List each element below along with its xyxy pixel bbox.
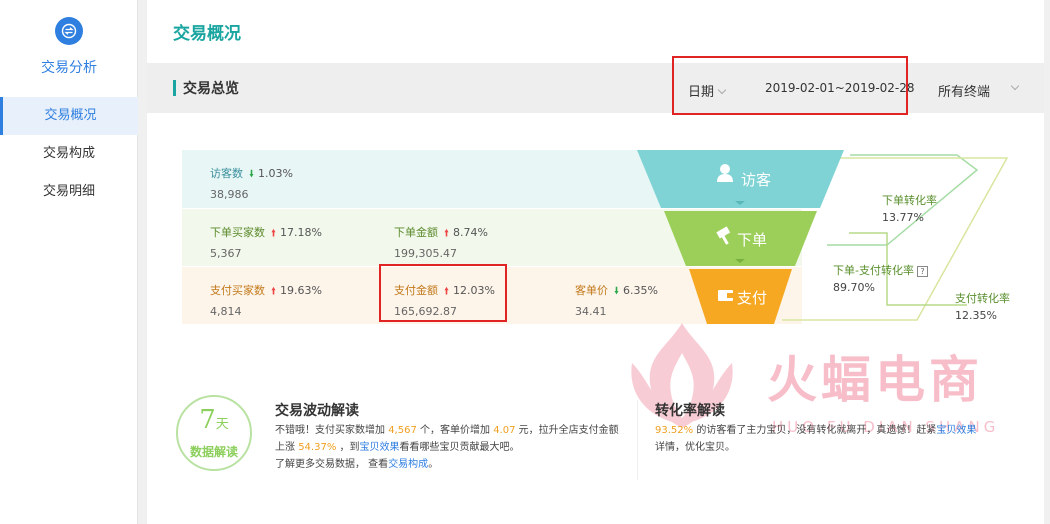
stat-pct: 8.74% [453, 226, 488, 239]
wave-text-part: 看看哪些宝贝贡献最大吧。 [399, 442, 520, 453]
stat-order-buyers: 下单买家数 🠙 17.18% 5,367 [210, 224, 322, 260]
date-label: 日期 [688, 85, 715, 100]
conversion-text-part: 的访客看了主力宝贝，没有转化就离开，真遗憾！赶紧 [693, 425, 937, 436]
sidebar-item-overview[interactable]: 交易概况 [0, 97, 138, 135]
stat-pct: 1.03% [258, 167, 293, 180]
badge-text: 数据解读 [189, 445, 238, 459]
arrow-up-icon: 🠙 [444, 228, 450, 239]
conversion-title: 转化率解读 [655, 403, 725, 419]
divider [637, 400, 638, 480]
watermark-text: 火蝠电商 [767, 351, 983, 409]
stat-label: 下单金额 [394, 226, 438, 239]
help-icon[interactable]: ? [916, 265, 928, 277]
conversion-text-part: 详情，优化宝贝。 [655, 442, 735, 453]
wave-text-part: ，到 [336, 442, 360, 453]
section-marker [173, 80, 176, 96]
wave-text-part: 了解更多交易数据， 查看 [275, 459, 389, 470]
badge-number: 7天 [178, 405, 250, 435]
sidebar-item-composition[interactable]: 交易构成 [0, 135, 138, 173]
chevron-down-icon [717, 85, 727, 95]
arrow-up-icon: 🠙 [271, 286, 277, 297]
wallet-icon [718, 290, 733, 301]
stat-order-amount: 下单金额 🠙 8.74% 199,305.47 [394, 224, 488, 260]
highlight-number: 54.37% [298, 442, 337, 453]
arrow-up-icon: 🠙 [271, 228, 277, 239]
conversion-text: 93.52% 的访客看了主力宝贝，没有转化就离开，真遗憾！赶紧宝贝效果 详情，优… [655, 422, 1000, 456]
wave-title: 交易波动解读 [275, 403, 359, 419]
rate-value: 89.70% [833, 281, 875, 294]
funnel-pay-label: 支付 [737, 290, 767, 307]
rate-label: 支付转化率 [955, 292, 1010, 305]
stat-value: 199,305.47 [394, 247, 457, 260]
wave-text: 不错哦！支付买家数增加 4,567 个，客单价增加 4.07 元，拉升全店支付金… [275, 422, 620, 473]
arrow-down-icon: 🠛 [614, 286, 620, 297]
pay-conversion-rate: 支付转化率 12.35% [955, 290, 1010, 322]
highlight-number: 93.52% [655, 425, 694, 436]
badge-num: 7 [199, 405, 216, 435]
stat-label: 客单价 [575, 284, 608, 297]
rate-value: 13.77% [882, 211, 924, 224]
sidebar-title: 交易分析 [41, 60, 97, 76]
stat-label: 下单买家数 [210, 226, 265, 239]
main-panel: 交易概况 交易总览 日期 2019-02-01~2019-02-28 所有终端 … [147, 0, 1044, 524]
badge-unit: 天 [215, 417, 229, 432]
stat-pay-buyers: 支付买家数 🠙 19.63% 4,814 [210, 282, 322, 318]
wave-text-part: 。 [428, 459, 439, 470]
stat-pct: 19.63% [280, 284, 322, 297]
item-effect-link[interactable]: 宝贝效果 [936, 425, 976, 436]
highlight-number: 4.07 [493, 425, 516, 436]
funnel-order-label: 下单 [737, 232, 767, 249]
rate-value: 12.35% [955, 309, 997, 322]
arrow-down-icon: 🠛 [249, 169, 255, 180]
stat-label: 支付买家数 [210, 284, 265, 297]
highlight-number: 4,567 [388, 425, 417, 436]
wave-text-part: 不错哦！支付买家数增加 [275, 425, 389, 436]
page-title: 交易概况 [173, 24, 241, 44]
terminal-dropdown[interactable]: 所有终端 [938, 81, 990, 100]
stat-visitors: 访客数 🠛 1.03% 38,986 [210, 165, 293, 201]
seven-day-badge: 7天 数据解读 [176, 395, 252, 471]
rate-label: 下单转化率 [882, 194, 937, 207]
exchange-icon [55, 17, 83, 45]
date-range-picker[interactable]: 2019-02-01~2019-02-28 [765, 81, 915, 95]
date-dropdown[interactable]: 日期 [688, 81, 727, 100]
chevron-down-icon [1010, 81, 1020, 91]
stat-label: 访客数 [210, 167, 243, 180]
funnel-visit-label: 访客 [741, 172, 771, 189]
sidebar: 交易分析 交易概况 交易构成 交易明细 [0, 0, 138, 524]
order-pay-conversion-rate: 下单-支付转化率? 89.70% [833, 262, 928, 294]
trade-composition-link[interactable]: 交易构成 [388, 459, 428, 470]
stat-pct: 17.18% [280, 226, 322, 239]
order-conversion-rate: 下单转化率 13.77% [882, 192, 937, 224]
flame-logo-icon [631, 323, 733, 428]
stat-value: 4,814 [210, 305, 242, 318]
stat-value: 5,367 [210, 247, 242, 260]
stat-value: 38,986 [210, 188, 249, 201]
item-effect-link[interactable]: 宝贝效果 [360, 442, 400, 453]
rate-label: 下单-支付转化率 [833, 264, 914, 277]
wave-text-part: 个，客单价增加 [416, 425, 494, 436]
sidebar-item-detail[interactable]: 交易明细 [0, 173, 138, 211]
section-title: 交易总览 [183, 81, 239, 97]
pay-amount-highlight-box [379, 264, 507, 322]
overview-toolbar: 交易总览 日期 2019-02-01~2019-02-28 所有终端 [147, 56, 1044, 115]
